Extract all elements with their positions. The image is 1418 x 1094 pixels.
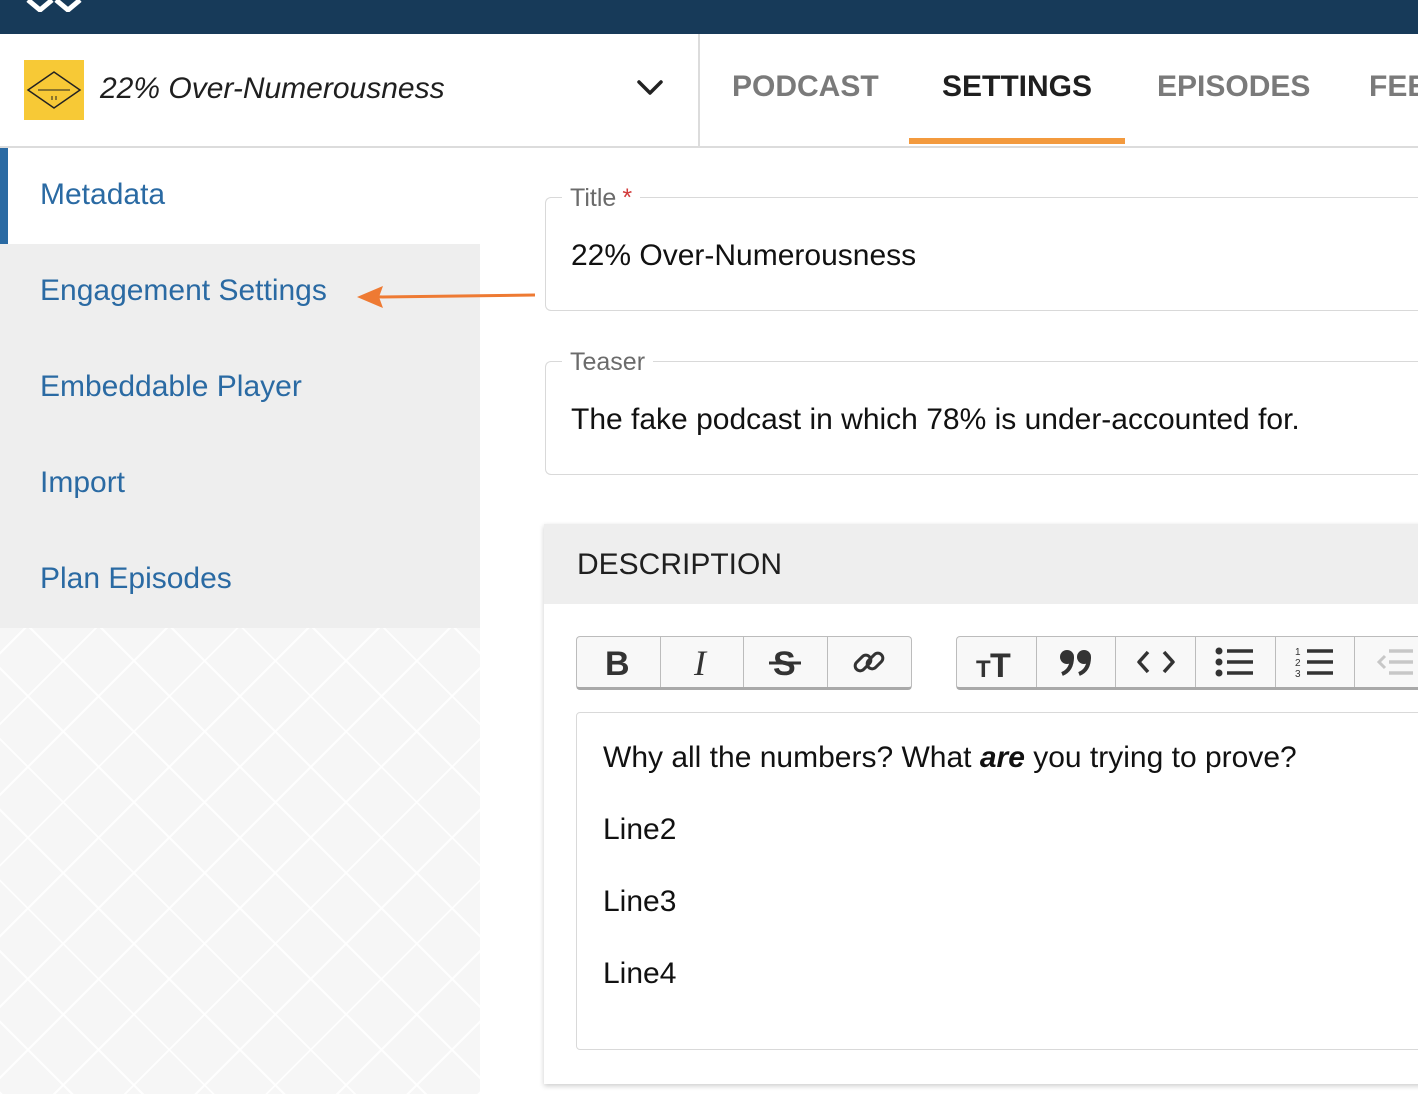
title-label: Title * — [562, 184, 641, 213]
bold-icon: B — [605, 645, 630, 679]
editor-line-1: Why all the numbers? What are you trying… — [603, 741, 1297, 774]
svg-text:T: T — [990, 647, 1011, 679]
italic-button[interactable]: I — [661, 637, 744, 687]
block-toolbar: T T 1 2 3 — [956, 636, 1418, 690]
outdent-icon — [1377, 649, 1414, 675]
description-card: DESCRIPTION B I S T T 1 2 3 Why all the … — [544, 524, 1418, 1084]
app-logo-icon[interactable] — [26, 0, 86, 12]
sidebar-item-label: Plan Episodes — [40, 562, 232, 595]
podcast-logo — [24, 60, 84, 120]
numbered-list-button[interactable]: 1 2 3 — [1276, 637, 1356, 687]
format-toolbar: B I S — [576, 636, 912, 690]
active-tab-indicator — [909, 138, 1125, 144]
chevron-down-icon[interactable] — [636, 78, 664, 98]
bullet-list-icon — [1215, 647, 1254, 677]
editor-line-3: Line3 — [603, 885, 677, 918]
sidebar-item-label: Embeddable Player — [40, 370, 302, 403]
tab-feeds[interactable]: FEE — [1369, 70, 1418, 104]
strikethrough-icon: S — [769, 645, 802, 679]
bullet-list-button[interactable] — [1196, 637, 1276, 687]
sidebar-item-plan-episodes[interactable]: Plan Episodes — [0, 532, 480, 628]
quote-button[interactable] — [1037, 637, 1117, 687]
tab-podcast[interactable]: PODCAST — [732, 70, 879, 104]
sidebar-item-label: Engagement Settings — [40, 274, 327, 307]
editor-line-2: Line2 — [603, 813, 677, 846]
tab-episodes[interactable]: EPISODES — [1157, 70, 1310, 104]
numbered-list-icon: 1 2 3 — [1295, 647, 1334, 679]
description-header: DESCRIPTION — [544, 524, 1418, 604]
svg-text:B: B — [605, 645, 630, 679]
bold-button[interactable]: B — [577, 637, 661, 687]
podcast-switcher[interactable]: 22% Over-Numerousness — [0, 34, 700, 146]
tab-bar: PODCAST SETTINGS EPISODES FEE — [700, 34, 1418, 146]
teaser-label: Teaser — [562, 348, 654, 377]
description-editor[interactable]: Why all the numbers? What are you trying… — [576, 712, 1418, 1050]
podcast-artwork-icon — [26, 71, 82, 109]
required-marker: * — [622, 184, 633, 212]
italic-icon: I — [693, 645, 708, 679]
svg-text:1: 1 — [1295, 647, 1301, 658]
code-button[interactable] — [1116, 637, 1197, 687]
top-bar — [0, 0, 1418, 34]
sidebar-item-label: Metadata — [40, 178, 166, 211]
sidebar-item-label: Import — [40, 466, 126, 499]
teaser-field[interactable]: Teaser The fake podcast in which 78% is … — [545, 348, 1418, 475]
editor-line-4: Line4 — [603, 957, 677, 990]
quote-icon — [1060, 650, 1091, 676]
tab-settings[interactable]: SETTINGS — [942, 70, 1092, 104]
teaser-input[interactable]: The fake podcast in which 78% is under-a… — [571, 403, 1300, 437]
emphasis-text: are — [979, 741, 1025, 774]
sidebar-item-embeddable-player[interactable]: Embeddable Player — [0, 340, 480, 436]
svg-text:I: I — [693, 645, 708, 679]
description-heading: DESCRIPTION — [577, 548, 783, 581]
title-input[interactable]: 22% Over-Numerousness — [571, 239, 916, 273]
header: 22% Over-Numerousness PODCAST SETTINGS E… — [0, 34, 1418, 148]
sidebar-menu: Metadata Engagement Settings Embeddable … — [0, 148, 480, 628]
svg-text:2: 2 — [1295, 658, 1301, 669]
strikethrough-button[interactable]: S — [744, 637, 828, 687]
title-field[interactable]: Title * 22% Over-Numerousness — [545, 184, 1418, 311]
svg-text:3: 3 — [1295, 669, 1301, 679]
sidebar-item-metadata[interactable]: Metadata — [0, 148, 480, 244]
link-button[interactable] — [828, 637, 912, 687]
link-icon — [853, 651, 885, 673]
annotation-arrow-icon — [357, 286, 536, 308]
outdent-button[interactable] — [1355, 637, 1418, 687]
text-size-button[interactable]: T T — [957, 637, 1037, 687]
text-size-icon: T T — [976, 647, 1011, 679]
podcast-name: 22% Over-Numerousness — [100, 72, 445, 105]
code-icon — [1136, 650, 1175, 674]
svg-text:T: T — [976, 656, 991, 679]
sidebar-item-import[interactable]: Import — [0, 436, 480, 532]
